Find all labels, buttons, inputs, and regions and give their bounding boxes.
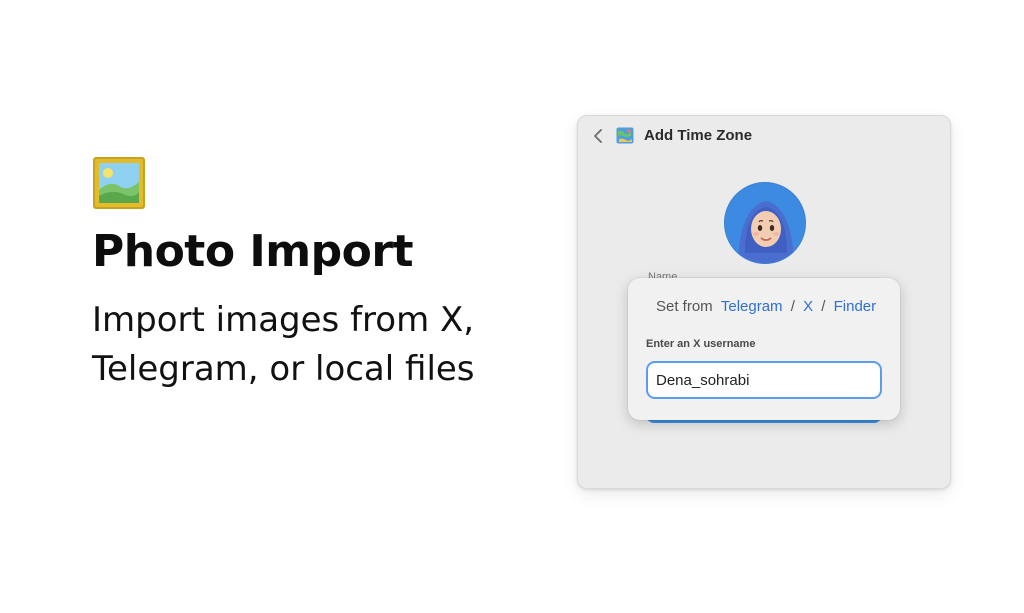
- set-from-label: Set from: [656, 298, 713, 315]
- x-username-input[interactable]: [646, 361, 882, 399]
- window-title: Add Time Zone: [644, 127, 753, 144]
- back-button[interactable]: [590, 126, 606, 146]
- map-icon: [616, 127, 634, 144]
- separator: /: [790, 298, 795, 315]
- source-finder-link[interactable]: Finder: [834, 298, 877, 315]
- chevron-left-icon: [594, 129, 602, 143]
- promo-description: Import images from X, Telegram, or local…: [92, 300, 475, 390]
- username-input-label: Enter an X username: [646, 338, 756, 350]
- source-x-link[interactable]: X: [803, 298, 813, 315]
- avatar[interactable]: [724, 182, 806, 264]
- photo-source-popover: Set from Telegram / X / Finder Enter an …: [628, 278, 900, 420]
- set-from-row: Set from Telegram / X / Finder: [656, 298, 876, 315]
- memoji-avatar: [725, 183, 805, 263]
- separator: /: [821, 298, 826, 315]
- add-time-zone-window: Add Time Zone Name Set from Telegram / X: [577, 115, 951, 489]
- framed-picture-icon: [93, 157, 145, 209]
- promo-title: Photo Import: [92, 226, 414, 277]
- source-telegram-link[interactable]: Telegram: [721, 298, 783, 315]
- title-bar: Add Time Zone: [578, 116, 950, 156]
- promo-section: Photo Import Import images from X, Teleg…: [92, 156, 512, 394]
